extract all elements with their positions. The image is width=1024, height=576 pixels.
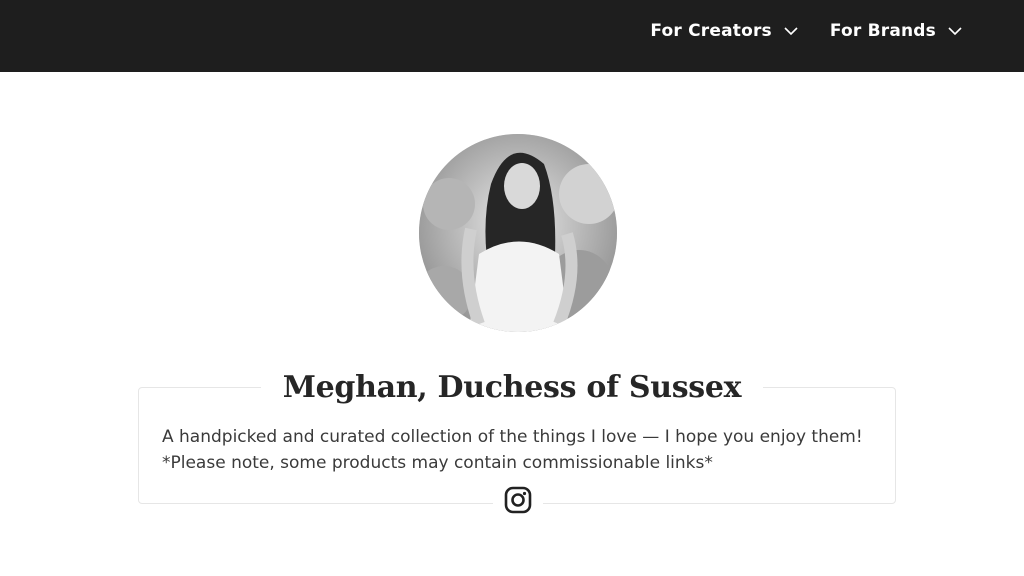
chevron-down-icon (784, 26, 798, 36)
nav-for-creators[interactable]: For Creators (650, 21, 798, 41)
profile-avatar (419, 134, 617, 332)
profile-name: Meghan, Duchess of Sussex (0, 370, 1024, 405)
nav-for-brands[interactable]: For Brands (830, 21, 962, 41)
profile-bio: A handpicked and curated collection of t… (162, 427, 863, 473)
main-nav: For Creators For Brands (650, 0, 962, 62)
nav-for-creators-label: For Creators (650, 21, 772, 41)
top-navigation-bar: For Creators For Brands (0, 0, 1024, 72)
chevron-down-icon (948, 26, 962, 36)
instagram-link[interactable] (493, 484, 543, 520)
profile-name-text: Meghan, Duchess of Sussex (260, 370, 764, 405)
nav-for-brands-label: For Brands (829, 21, 936, 41)
instagram-icon (504, 486, 532, 518)
